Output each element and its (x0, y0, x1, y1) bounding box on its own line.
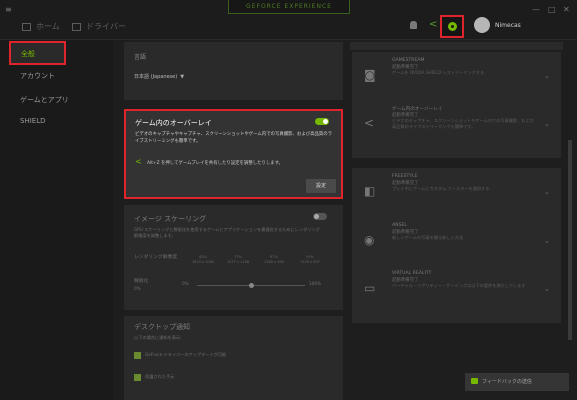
chevron-down-icon[interactable]: ⌄ (544, 237, 550, 245)
overlay-toggle[interactable] (315, 118, 329, 125)
feedback-label: フィードバックの送信 (482, 379, 532, 385)
render-resolution-label: レンダリング解像度 (134, 255, 178, 260)
feedback-button[interactable]: フィードバックの送信 (465, 373, 569, 391)
in-game-overlay-card: ゲーム内のオーバーレイ ビデオのキャプチャやキャプチャ、スクリーンショットやゲー… (124, 109, 343, 199)
chevron-down-icon[interactable]: ⌄ (544, 285, 550, 293)
gear-icon (448, 22, 457, 31)
overlay-settings-button[interactable]: 設定 (306, 179, 336, 193)
slider-max-label: 100% (309, 281, 321, 286)
filter-icon: ◧ (364, 184, 376, 198)
feature-description: ビデオのキャプチャ、スクリーンショットやゲーム内での写真撮影、および高品質のライ… (392, 118, 534, 129)
overlay-description: ビデオのキャプチャやキャプチャ、スクリーンショットやゲーム内での写真撮影、および… (135, 132, 333, 144)
feature-description: ゲームを NVIDIA SHIELD へストリーミングする (392, 70, 485, 75)
sidebar-item-general[interactable]: 全般 (9, 41, 66, 65)
home-icon (22, 22, 31, 31)
chat-icon (471, 378, 478, 384)
sidebar-item-games-apps[interactable]: ゲームとアプリ (20, 95, 69, 105)
share-icon: < (364, 116, 375, 130)
camera-icon: ◉ (364, 233, 375, 247)
feature-description: バーチャル・リアリティー・ゲーミングは以下の要件を満たしています (392, 283, 526, 288)
chevron-down-icon[interactable]: ⌄ (544, 72, 550, 80)
feature-row-ansel[interactable]: ◉ ANSEL 起動準備完了 新しいゲームの写真を撮る新しい方法 ⌄ (352, 217, 561, 267)
image-scaling-title: イメージ スケーリング (134, 215, 207, 223)
feature-row-freestyle[interactable]: ◧ FREESTYLE 起動準備完了 プレイ中にゲームにカスタム フィルターを適… (352, 168, 561, 218)
notifications-description: 以下の場合に通知を表示: (134, 335, 182, 340)
feature-row-overlay[interactable]: < ゲーム内のオーバーレイ 起動準備完了 ビデオのキャプチャ、スクリーンショット… (352, 100, 561, 158)
notification-protected: 保護された手元 (145, 374, 175, 379)
maximize-icon[interactable]: □ (548, 5, 556, 14)
sidebar (0, 40, 113, 400)
share-icon[interactable]: < (429, 19, 437, 30)
close-icon[interactable]: ✕ (563, 5, 570, 14)
render-option[interactable]: 59% 1129 x 847 (296, 255, 324, 265)
language-card: 言語 (124, 42, 343, 100)
feature-title: GAMESTREAM (392, 58, 425, 63)
feature-description: 新しいゲームの写真を撮る新しい方法 (392, 235, 464, 240)
image-scaling-description: GPU スケーリングと鮮鋭化を使用するゲームとアプリケーションを最適化するために… (134, 227, 320, 238)
slider-min-label: 0% (182, 281, 189, 286)
feature-row-gamestream[interactable]: ◙ GAMESTREAM 起動準備完了 ゲームを NVIDIA SHIELD へ… (352, 52, 561, 102)
tab-drivers[interactable]: ドライバー (72, 21, 126, 32)
sidebar-item-account[interactable]: アカウント (20, 71, 55, 81)
notifications-title: デスクトップ通知 (134, 323, 190, 331)
chevron-down-icon: ▼ (180, 74, 185, 80)
render-option[interactable]: 67% 1280 x 960 (260, 255, 288, 265)
feature-title: VIRTUAL REALITY (392, 271, 432, 276)
minimize-icon[interactable]: — (532, 5, 540, 14)
username[interactable]: Nimecas (495, 22, 521, 29)
vr-headset-icon: ▭ (364, 281, 376, 295)
sidebar-item-label: 全般 (21, 50, 35, 58)
sharpen-sub: 0% (134, 286, 141, 291)
settings-gear-button[interactable] (440, 15, 464, 38)
notification-bell-icon[interactable] (410, 21, 417, 29)
image-scaling-toggle[interactable] (313, 213, 327, 220)
overlay-title: ゲーム内のオーバーレイ (135, 119, 212, 127)
avatar[interactable] (474, 17, 490, 33)
sharpen-slider[interactable] (197, 283, 305, 288)
feature-description: プレイ中にゲームにカスタム フィルターを適用する (392, 186, 490, 191)
tab-home-label: ホーム (36, 22, 60, 31)
checkbox[interactable] (134, 352, 141, 359)
driver-icon (72, 22, 81, 31)
tab-drivers-label: ドライバー (86, 22, 126, 31)
sharpen-slider-knob[interactable] (248, 283, 254, 288)
right-panel-top (350, 42, 563, 50)
feature-row-vr[interactable]: ▭ VIRTUAL REALITY 起動準備完了 バーチャル・リアリティー・ゲー… (352, 265, 561, 323)
image-scaling-card: イメージ スケーリング GPU スケーリングと鮮鋭化を使用するゲームとアプリケー… (124, 205, 343, 310)
title-bar: ≡ GEFORCE EXPERIENCE ホーム ドライバー — □ ✕ < N… (0, 0, 577, 40)
app-menu-icon[interactable]: ≡ (5, 5, 12, 14)
render-option[interactable]: 85% 1920 x 1080 (189, 255, 217, 265)
render-option[interactable]: 77% 1477 x 1108 (224, 255, 252, 265)
feature-title: FREESTYLE (392, 174, 418, 179)
language-select[interactable]: 日本語 (Japanese) ▼ (134, 73, 184, 80)
overlay-hint: Alt+Z を押してゲームプレイを共有したり設定を調整したりします。 (147, 161, 283, 166)
feature-title: ANSEL (392, 223, 407, 228)
sharpen-label: 鮮鋭化 (134, 279, 149, 284)
language-value: 日本語 (Japanese) (134, 74, 178, 80)
chevron-down-icon[interactable]: ⌄ (544, 188, 550, 196)
scrollbar[interactable] (568, 140, 572, 340)
checkbox[interactable] (134, 374, 141, 381)
chevron-down-icon[interactable]: ⌄ (544, 120, 550, 128)
brand-logo: GEFORCE EXPERIENCE (228, 0, 350, 14)
language-title: 言語 (134, 54, 147, 61)
tab-home[interactable]: ホーム (22, 21, 60, 32)
share-icon: < (135, 157, 142, 166)
notification-driver-update: GeForce ドライバーのアップデートが可能 (145, 352, 227, 357)
gamepad-icon: ◙ (364, 68, 376, 82)
sidebar-item-shield[interactable]: SHIELD (20, 117, 45, 125)
desktop-notifications-card: デスクトップ通知 以下の場合に通知を表示: GeForce ドライバーのアップデ… (124, 316, 343, 400)
